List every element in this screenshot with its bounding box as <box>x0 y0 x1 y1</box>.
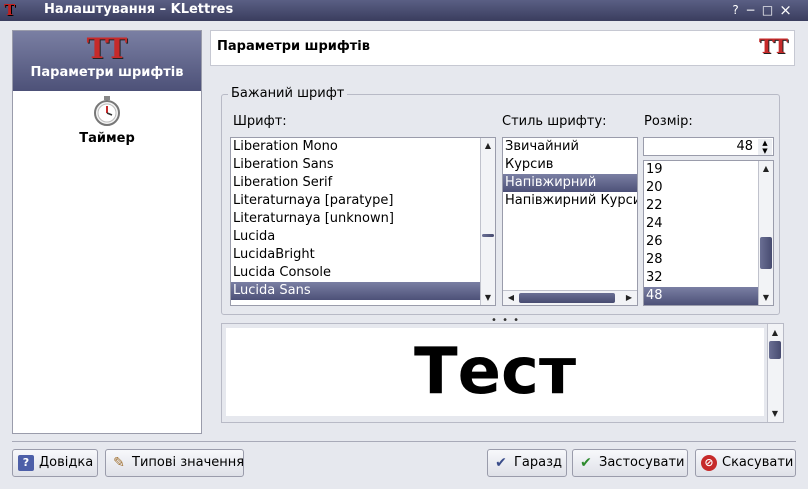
scroll-left-icon[interactable]: ◀ <box>504 291 518 304</box>
close-icon[interactable]: × <box>778 3 793 18</box>
font-size-spinbox[interactable]: 48 ▲ ▼ <box>643 137 774 156</box>
font-size-rows: 19 20 22 24 26 28 32 48 <box>644 161 759 305</box>
stopwatch-icon <box>94 96 120 126</box>
help-button-label: Довідка <box>39 455 94 470</box>
cancel-button[interactable]: ⊘ Скасувати <box>695 449 796 477</box>
page-title: Параметри шрифтів <box>217 39 370 54</box>
defaults-button-label: Типові значення <box>132 455 245 470</box>
scroll-down-icon[interactable]: ▼ <box>768 407 782 420</box>
sidebar-item-label: Таймер <box>79 131 135 146</box>
help-question-icon[interactable]: ? <box>728 3 743 18</box>
settings-sidebar: TT Параметри шрифтів Таймер <box>12 30 202 434</box>
klettres-app-icon[interactable]: T <box>4 2 22 19</box>
list-item[interactable]: 26 <box>644 233 759 251</box>
help-book-icon: ? <box>18 455 34 471</box>
cancel-icon: ⊘ <box>701 455 717 471</box>
apply-check-icon: ✔ <box>580 455 592 471</box>
list-item-selected[interactable]: Напівжирний <box>503 174 637 192</box>
scroll-right-icon[interactable]: ▶ <box>622 291 636 304</box>
reset-brush-icon: ✎ <box>113 455 125 471</box>
sidebar-item-timer[interactable]: Таймер <box>13 95 201 151</box>
list-item[interactable]: Liberation Serif <box>231 174 481 192</box>
title-bar: T Налаштування – KLettres ? − □ × <box>0 0 808 21</box>
ok-button[interactable]: ✔ Гаразд <box>487 449 567 477</box>
checkmark-icon: ✔ <box>495 455 507 471</box>
font-family-rows: Liberation Mono Liberation Sans Liberati… <box>231 138 481 300</box>
preview-area: Тест <box>226 328 764 416</box>
font-style-label: Стиль шрифту: <box>502 114 607 129</box>
scroll-down-icon[interactable]: ▼ <box>759 291 773 304</box>
list-item[interactable]: 24 <box>644 215 759 233</box>
defaults-button[interactable]: ✎ Типові значення <box>105 449 244 477</box>
list-item[interactable]: 20 <box>644 179 759 197</box>
list-item[interactable]: Literaturnaya [unknown] <box>231 210 481 228</box>
sidebar-item-font-settings[interactable]: TT Параметри шрифтів <box>13 31 201 91</box>
scroll-up-icon[interactable]: ▲ <box>759 162 773 175</box>
group-title: Бажаний шрифт <box>228 86 348 101</box>
maximize-icon[interactable]: □ <box>760 3 775 18</box>
list-item[interactable]: 32 <box>644 269 759 287</box>
font-tt-icon: TT <box>758 34 788 58</box>
help-button[interactable]: ? Довідка <box>12 449 98 477</box>
spin-down-icon[interactable]: ▼ <box>758 147 772 155</box>
page-header: Параметри шрифтів TT <box>210 30 795 66</box>
ok-button-label: Гаразд <box>514 455 563 470</box>
font-style-rows: Звичайний Курсив Напівжирний Напівжирний… <box>503 138 637 210</box>
font-family-label: Шрифт: <box>233 114 287 129</box>
button-separator <box>12 441 796 442</box>
font-preview: Тест ▲ ▼ <box>221 323 784 423</box>
list-item[interactable]: 22 <box>644 197 759 215</box>
minimize-icon[interactable]: − <box>743 3 758 18</box>
preview-scrollbar[interactable]: ▲ ▼ <box>767 324 783 422</box>
list-item[interactable]: Liberation Mono <box>231 138 481 156</box>
cancel-button-label: Скасувати <box>722 455 794 470</box>
font-size-value[interactable]: 48 <box>736 139 753 154</box>
font-list-scrollbar[interactable]: ▲ ▼ <box>480 138 495 305</box>
list-item[interactable]: 28 <box>644 251 759 269</box>
style-list-hscrollbar[interactable]: ◀ ▶ <box>503 290 637 305</box>
spin-up-icon[interactable]: ▲ <box>758 139 772 147</box>
list-item[interactable]: Lucida Console <box>231 264 481 282</box>
list-item[interactable]: Курсив <box>503 156 637 174</box>
scroll-thumb[interactable] <box>769 341 781 359</box>
font-tt-icon: TT <box>86 32 128 65</box>
size-list-scrollbar[interactable]: ▲ ▼ <box>758 161 773 305</box>
list-item[interactable]: Literaturnaya [paratype] <box>231 192 481 210</box>
scroll-thumb[interactable] <box>519 293 615 303</box>
font-family-list[interactable]: Liberation Mono Liberation Sans Liberati… <box>230 137 496 306</box>
list-item[interactable]: Звичайний <box>503 138 637 156</box>
list-item[interactable]: LucidaBright <box>231 246 481 264</box>
scroll-up-icon[interactable]: ▲ <box>481 139 495 152</box>
window-title: Налаштування – KLettres <box>44 2 234 17</box>
sidebar-item-label: Параметри шрифтів <box>30 65 184 80</box>
list-item-selected[interactable]: 48 <box>644 287 759 305</box>
list-item[interactable]: 19 <box>644 161 759 179</box>
scroll-thumb[interactable] <box>482 234 494 237</box>
preview-text: Тест <box>413 335 577 409</box>
scroll-thumb[interactable] <box>760 237 772 269</box>
apply-button[interactable]: ✔ Застосувати <box>572 449 688 477</box>
list-item[interactable]: Напівжирний Курсив <box>503 192 637 210</box>
list-item[interactable]: Lucida <box>231 228 481 246</box>
font-size-list[interactable]: 19 20 22 24 26 28 32 48 ▲ ▼ <box>643 160 774 306</box>
scroll-down-icon[interactable]: ▼ <box>481 291 495 304</box>
list-item-selected[interactable]: Lucida Sans <box>231 282 481 300</box>
list-item[interactable]: Liberation Sans <box>231 156 481 174</box>
font-size-label: Розмір: <box>644 114 693 129</box>
scroll-up-icon[interactable]: ▲ <box>768 326 782 339</box>
apply-button-label: Застосувати <box>599 455 685 470</box>
font-style-list[interactable]: Звичайний Курсив Напівжирний Напівжирний… <box>502 137 638 306</box>
